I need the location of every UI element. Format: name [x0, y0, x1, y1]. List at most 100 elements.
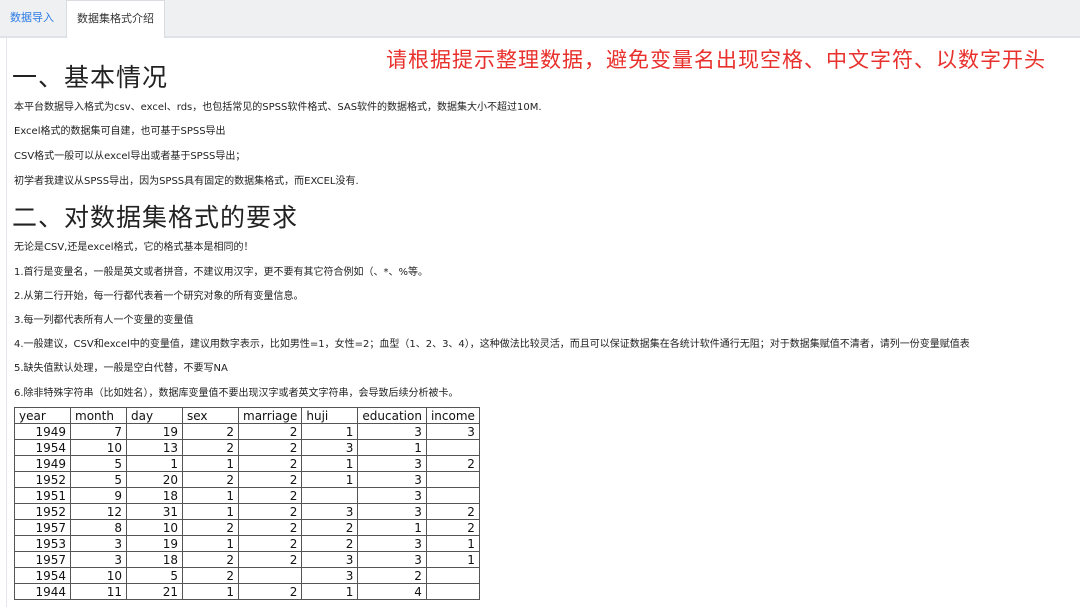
table-cell: 3	[357, 551, 427, 568]
table-cell: 3	[301, 503, 359, 520]
paragraph: 无论是CSV,还是excel格式，它的格式基本是相同的！	[14, 242, 254, 253]
paragraph: 2.从第二行开始，每一行都代表着一个研究对象的所有变量信息。	[14, 291, 304, 302]
column-header: year	[14, 407, 71, 424]
table-cell: 2	[237, 583, 303, 600]
table-cell: 1954	[14, 439, 71, 456]
table-cell: 3	[425, 423, 480, 440]
sample-data-table: year month day sex marriage huji educati…	[14, 407, 480, 600]
section-heading-basic: 一、基本情况	[12, 63, 169, 92]
table-cell: 11	[70, 583, 127, 600]
table-cell: 1949	[14, 455, 71, 472]
table-cell: 2	[237, 535, 303, 552]
table-cell	[425, 487, 480, 504]
table-row: 1954 10 5 2 3 2	[14, 567, 480, 584]
table-cell: 1944	[14, 583, 71, 600]
tab-data-import[interactable]: 数据导入	[0, 0, 64, 36]
table-cell: 3	[70, 551, 127, 568]
table-cell	[425, 439, 480, 456]
table-cell: 1	[425, 535, 480, 552]
table-cell: 18	[126, 551, 183, 568]
table-cell: 21	[126, 583, 183, 600]
table-cell: 1	[425, 551, 480, 568]
table-cell: 2	[182, 439, 239, 456]
table-cell: 20	[126, 471, 183, 488]
table-cell: 12	[70, 503, 127, 520]
column-header: month	[70, 407, 127, 424]
table-cell: 1949	[14, 423, 71, 440]
table-cell: 1	[357, 439, 427, 456]
table-cell: 2	[237, 455, 303, 472]
table-header-row: year month day sex marriage huji educati…	[14, 407, 480, 424]
table-cell: 2	[182, 567, 239, 584]
table-cell: 19	[126, 423, 183, 440]
table-row: 1952 5 20 2 2 1 3	[14, 471, 480, 488]
table-cell: 3	[301, 439, 359, 456]
table-cell	[301, 487, 359, 504]
table-cell: 3	[357, 471, 427, 488]
table-cell	[237, 567, 303, 584]
table-cell: 31	[126, 503, 183, 520]
table-cell: 5	[126, 567, 183, 584]
table-cell: 2	[237, 551, 303, 568]
paragraph: 6.除非特殊字符串（比如姓名），数据库变量值不要出现汉字或者英文字符串，会导致后…	[14, 388, 459, 399]
table-cell: 2	[237, 487, 303, 504]
table-cell: 2	[425, 455, 480, 472]
paragraph: 4.一般建议，CSV和excel中的变量值，建议用数字表示，比如男性=1，女性=…	[14, 339, 970, 350]
paragraph: 5.缺失值默认处理，一般是空白代替，不要写NA	[14, 363, 228, 374]
table-cell: 1952	[14, 471, 71, 488]
table-cell: 1957	[14, 551, 71, 568]
table-cell: 1	[301, 471, 359, 488]
table-cell: 2	[237, 503, 303, 520]
table-cell: 3	[357, 535, 427, 552]
column-header: day	[126, 407, 183, 424]
table-cell: 2	[301, 535, 359, 552]
table-row: 1949 7 19 2 2 1 3 3	[14, 423, 480, 440]
table-row: 1951 9 18 1 2 3	[14, 487, 480, 504]
table-cell: 18	[126, 487, 183, 504]
table-cell: 1	[182, 455, 239, 472]
table-cell: 8	[70, 519, 127, 536]
table-cell: 1	[182, 503, 239, 520]
table-row: 1954 10 13 2 2 3 1	[14, 439, 480, 456]
table-row: 1957 3 18 2 2 3 3 1	[14, 551, 480, 568]
column-header: income	[425, 407, 480, 424]
table-cell: 1952	[14, 503, 71, 520]
table-cell: 5	[70, 471, 127, 488]
table-cell: 10	[70, 567, 127, 584]
paragraph: 本平台数据导入格式为csv、excel、rds，也包括常见的SPSS软件格式、S…	[14, 102, 542, 113]
table-cell: 1	[301, 583, 359, 600]
table-cell: 2	[182, 423, 239, 440]
paragraph: 1.首行是变量名，一般是英文或者拼音，不建议用汉字，更不要有其它符合例如（、*、…	[14, 267, 429, 278]
table-cell: 3	[357, 423, 427, 440]
table-cell: 2	[425, 519, 480, 536]
table-cell: 1	[301, 455, 359, 472]
table-cell: 3	[70, 535, 127, 552]
table-cell: 1	[182, 535, 239, 552]
column-header: sex	[182, 407, 239, 424]
tab-bar: 数据导入 数据集格式介绍	[0, 0, 1080, 38]
table-cell: 2	[425, 503, 480, 520]
paragraph: 3.每一列都代表所有人一个变量的变量值	[14, 315, 194, 326]
table-cell: 13	[126, 439, 183, 456]
table-cell: 1	[126, 455, 183, 472]
table-cell: 3	[357, 487, 427, 504]
tab-dataset-format[interactable]: 数据集格式介绍	[66, 0, 165, 38]
table-cell: 3	[357, 455, 427, 472]
table-cell	[425, 471, 480, 488]
column-header: education	[357, 407, 427, 424]
table-cell: 2	[182, 519, 239, 536]
table-cell: 2	[301, 519, 359, 536]
table-cell: 10	[126, 519, 183, 536]
table-cell: 1	[182, 583, 239, 600]
table-cell: 10	[70, 439, 127, 456]
paragraph: Excel格式的数据集可自建，也可基于SPSS导出	[14, 126, 226, 137]
table-row: 1952 12 31 1 2 3 3 2	[14, 503, 480, 520]
table-row: 1953 3 19 1 2 2 3 1	[14, 535, 480, 552]
table-cell: 19	[126, 535, 183, 552]
table-cell: 3	[357, 503, 427, 520]
table-cell: 4	[357, 583, 427, 600]
table-cell: 3	[301, 551, 359, 568]
table-row: 1949 5 1 1 2 1 3 2	[14, 455, 480, 472]
table-cell	[425, 567, 480, 584]
warning-notice: 请根据提示整理数据，避免变量名出现空格、中文字符、以数字开头	[386, 48, 1046, 72]
